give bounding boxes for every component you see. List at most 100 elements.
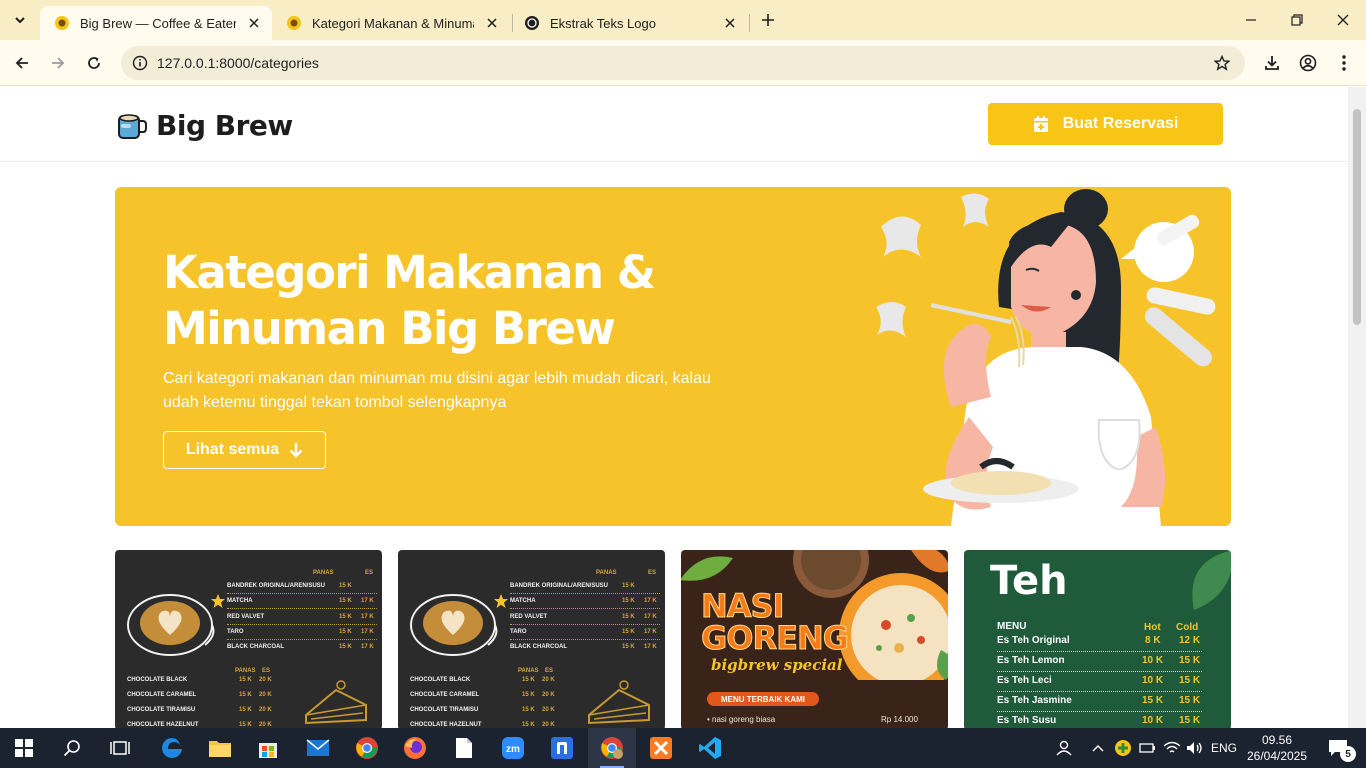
taskbar-zoom[interactable]: zm bbox=[489, 728, 537, 768]
scrollbar-thumb[interactable] bbox=[1353, 109, 1361, 325]
downloads-button[interactable] bbox=[1257, 48, 1287, 78]
minimize-button[interactable] bbox=[1228, 0, 1274, 40]
taskbar-xampp[interactable] bbox=[637, 728, 685, 768]
taskbar-file[interactable] bbox=[440, 728, 488, 768]
url-text: 127.0.0.1:8000/categories bbox=[157, 55, 319, 71]
tab-strip: Big Brew — Coffee & Eatery | R Kategori … bbox=[0, 0, 1366, 40]
profile-icon bbox=[1299, 54, 1317, 72]
category-card-coffee-2[interactable]: PANAS ES BANDREK ORIGINAL/AREN/SUSU 15 K… bbox=[398, 550, 665, 728]
show-hidden-icons-button[interactable] bbox=[1088, 728, 1108, 768]
teh-item-name: Es Teh Leci bbox=[997, 675, 1052, 686]
see-all-button[interactable]: Lihat semua bbox=[163, 431, 326, 469]
page-scrollbar[interactable] bbox=[1348, 87, 1366, 728]
menu-col-ice: ES bbox=[365, 570, 374, 576]
taskbar-mail[interactable] bbox=[294, 728, 342, 768]
teh-item-hot: 10 K bbox=[1142, 655, 1164, 666]
menu-col-hot-2: PANAS bbox=[235, 668, 256, 674]
teh-menu-row: Es Teh Leci 10 K 15 K bbox=[997, 672, 1202, 692]
volume-tray-icon[interactable] bbox=[1184, 728, 1206, 768]
close-tab-icon[interactable] bbox=[720, 13, 740, 33]
forward-button[interactable] bbox=[43, 48, 73, 78]
menu-price-ice: 20 K bbox=[542, 692, 555, 698]
task-view-button[interactable] bbox=[96, 728, 144, 768]
menu-col-ice-2: ES bbox=[545, 668, 554, 674]
menu-price-hot: 15 K bbox=[339, 644, 352, 650]
new-tab-button[interactable] bbox=[756, 8, 780, 32]
restore-button[interactable] bbox=[1274, 0, 1320, 40]
zoom-icon: zm bbox=[502, 737, 524, 759]
close-window-button[interactable] bbox=[1320, 0, 1366, 40]
taskbar-notion-like[interactable] bbox=[538, 728, 586, 768]
menu-price-ice: 17 K bbox=[361, 644, 374, 650]
edge-icon bbox=[162, 738, 182, 758]
latte-cup-icon bbox=[127, 594, 215, 656]
bookmark-star-icon[interactable] bbox=[1211, 52, 1233, 74]
brand-name: Big Brew bbox=[156, 109, 293, 142]
reload-icon bbox=[88, 57, 100, 69]
taskbar-file-explorer[interactable] bbox=[196, 728, 244, 768]
input-language-button[interactable]: ENG bbox=[1208, 728, 1240, 768]
taskbar-chrome-profile[interactable] bbox=[588, 728, 636, 768]
menu-item: TARO bbox=[227, 629, 244, 635]
arrow-right-icon bbox=[52, 57, 65, 69]
security-tray-icon[interactable] bbox=[1112, 728, 1134, 768]
wifi-tray-icon[interactable] bbox=[1161, 728, 1183, 768]
wifi-icon bbox=[1163, 741, 1181, 753]
task-view-icon bbox=[110, 741, 130, 755]
taskbar-clock[interactable]: 09.56 26/04/2025 bbox=[1245, 732, 1309, 764]
menu-item: CHOCOLATE TIRAMISU bbox=[410, 707, 479, 713]
coffee-mug-icon bbox=[118, 113, 147, 139]
taskbar-store[interactable] bbox=[244, 728, 292, 768]
big-brew-favicon-icon bbox=[55, 16, 69, 30]
browser-menu-button[interactable] bbox=[1329, 48, 1359, 78]
menu-item: RED VALVET bbox=[227, 614, 265, 620]
category-card-coffee-1[interactable]: PANAS ES BANDREK ORIGINAL/AREN/SUSU 15 K… bbox=[115, 550, 382, 728]
people-tray-button[interactable] bbox=[1052, 728, 1076, 768]
teh-menu-row: Es Teh Lemon 10 K 15 K bbox=[997, 652, 1202, 672]
firefox-icon bbox=[404, 737, 426, 759]
teh-item-hot: 15 K bbox=[1142, 695, 1164, 706]
notification-center-button[interactable]: 5 bbox=[1318, 728, 1358, 768]
people-icon bbox=[1056, 740, 1072, 756]
search-button[interactable] bbox=[48, 728, 96, 768]
category-card-nasi-goreng[interactable]: NASI GORENG bigbrew special MENU TERBAIK… bbox=[681, 550, 948, 728]
reservation-button[interactable]: Buat Reservasi bbox=[988, 103, 1223, 145]
tab-search-button[interactable] bbox=[6, 7, 34, 33]
start-button[interactable] bbox=[0, 728, 48, 768]
taskbar-edge[interactable] bbox=[148, 728, 196, 768]
windows-logo-icon bbox=[15, 739, 33, 757]
menu-price-ice: 17 K bbox=[361, 629, 374, 635]
reload-button[interactable] bbox=[79, 48, 109, 78]
menu-price-hot: 15 K bbox=[339, 598, 352, 604]
hero-title: Kategori Makanan & Minuman Big Brew bbox=[163, 245, 783, 357]
menu-col-ice: ES bbox=[648, 570, 657, 576]
brand-logo[interactable]: Big Brew bbox=[116, 109, 293, 142]
menu-price-ice: 20 K bbox=[259, 677, 272, 683]
menu-price-ice: 17 K bbox=[644, 598, 657, 604]
back-button[interactable] bbox=[7, 48, 37, 78]
tab-kategori[interactable]: Kategori Makanan & Minuman bbox=[272, 6, 510, 40]
taskbar-firefox[interactable] bbox=[391, 728, 439, 768]
menu-item: TARO bbox=[510, 629, 527, 635]
latte-cup-icon bbox=[410, 594, 498, 656]
menu-price-hot: 15 K bbox=[622, 644, 635, 650]
taskbar-vscode[interactable] bbox=[686, 728, 734, 768]
close-tab-icon[interactable] bbox=[244, 13, 264, 33]
category-card-teh[interactable]: Teh MENU Hot Cold Es Teh Original 8 K 12… bbox=[964, 550, 1231, 728]
taskbar-chrome[interactable] bbox=[343, 728, 391, 768]
hero-subtitle: Cari kategori makanan dan minuman mu dis… bbox=[163, 370, 711, 411]
address-bar[interactable]: 127.0.0.1:8000/categories bbox=[121, 46, 1245, 80]
site-info-icon[interactable] bbox=[127, 50, 153, 76]
tab-big-brew[interactable]: Big Brew — Coffee & Eatery | R bbox=[40, 6, 272, 40]
tab-separator bbox=[749, 14, 750, 32]
teh-item-hot: 10 K bbox=[1142, 715, 1164, 726]
menu-price-hot: 15 K bbox=[622, 629, 635, 635]
menu-divider bbox=[510, 608, 660, 609]
battery-tray-icon[interactable] bbox=[1137, 728, 1159, 768]
chevron-up-icon bbox=[1092, 744, 1104, 752]
close-tab-icon[interactable] bbox=[482, 13, 502, 33]
tab-ekstrak[interactable]: Ekstrak Teks Logo bbox=[510, 6, 748, 40]
menu-price-ice: 17 K bbox=[644, 644, 657, 650]
profile-button[interactable] bbox=[1293, 48, 1323, 78]
arrow-down-icon bbox=[289, 443, 303, 458]
